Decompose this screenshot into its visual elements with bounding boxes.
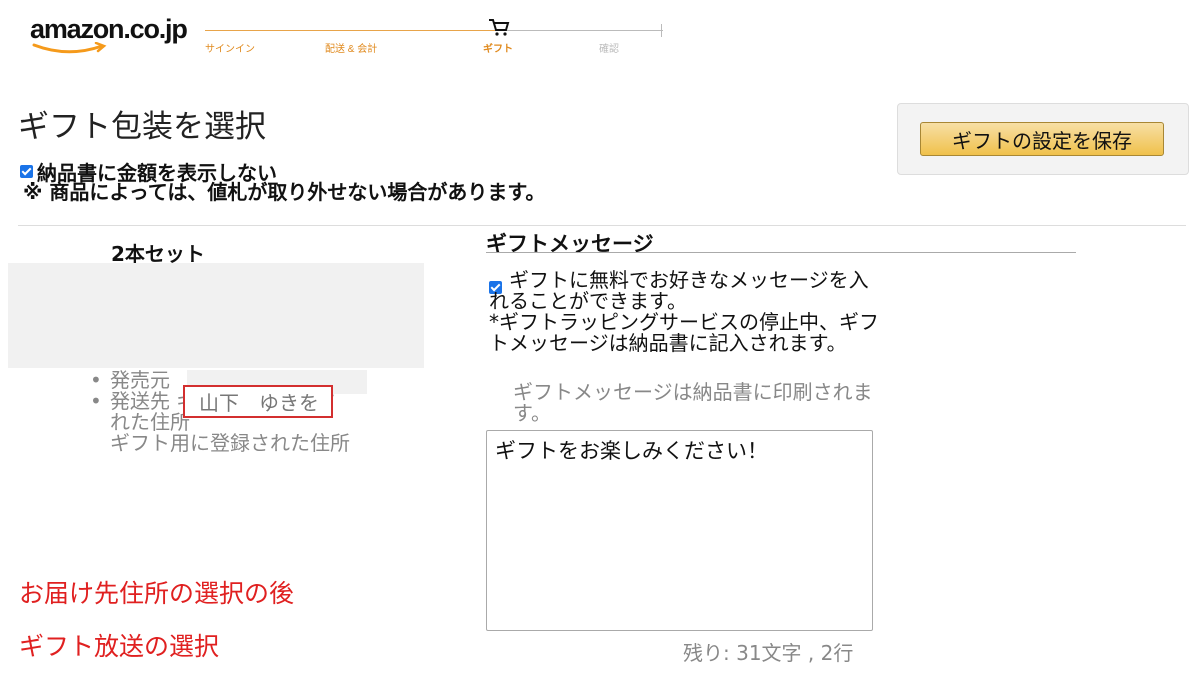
amazon-logo[interactable]: amazon.co.jp (30, 14, 195, 58)
annotation-note-gift: ギフト放送の選択 (19, 632, 220, 661)
cart-icon (489, 19, 510, 36)
gift-message-remaining: 残り: 31文字 , 2行 (683, 641, 854, 665)
gift-message-input[interactable]: ギフトをお楽しみください！ (486, 430, 873, 631)
step-confirm: 確認 (599, 44, 619, 55)
amazon-smile-icon (32, 42, 107, 54)
progress-line-done (205, 30, 495, 31)
save-panel: ギフトの設定を保存 (897, 103, 1189, 175)
gift-message-description: ギフトに無料でお好きなメッセージを入れることができます。 *ギフトラッピングサー… (489, 270, 879, 354)
annotation-note-address: お届け先住所の選択の後 (19, 579, 295, 608)
gift-message-enable-label: ギフトに無料でお好きなメッセージを入れることができます。 (489, 268, 869, 313)
price-tag-note: ※ 商品によっては、値札が取り外せない場合があります。 (23, 180, 546, 204)
section-divider (18, 225, 1186, 226)
page-title: ギフト包装を選択 (18, 109, 266, 145)
gift-message-rule (486, 252, 1076, 253)
redacted-area (8, 263, 424, 368)
recipient-name-highlight: 山下 ゆきを (183, 385, 333, 418)
step-signin: サインイン (205, 44, 255, 55)
step-gift: ギフト (483, 44, 513, 55)
step-shipping: 配送 & 会計 (325, 44, 378, 55)
gift-service-note: *ギフトラッピングサービスの停止中、ギフトメッセージは納品書に記入されます。 (489, 310, 879, 355)
progress-line-end (661, 24, 662, 37)
gift-print-note: ギフトメッセージは納品書に印刷されます。 (513, 380, 873, 425)
progress-line-todo (495, 30, 663, 31)
save-gift-settings-button[interactable]: ギフトの設定を保存 (920, 122, 1164, 156)
logo-text: amazon.co.jp (30, 14, 188, 44)
gift-message-heading: ギフトメッセージ (486, 232, 654, 256)
checkout-progress: サインイン 配送 & 会計 ギフト 確認 (205, 18, 665, 58)
ship-to-desc-repeat: ギフト用に登録された住所 (110, 431, 350, 455)
